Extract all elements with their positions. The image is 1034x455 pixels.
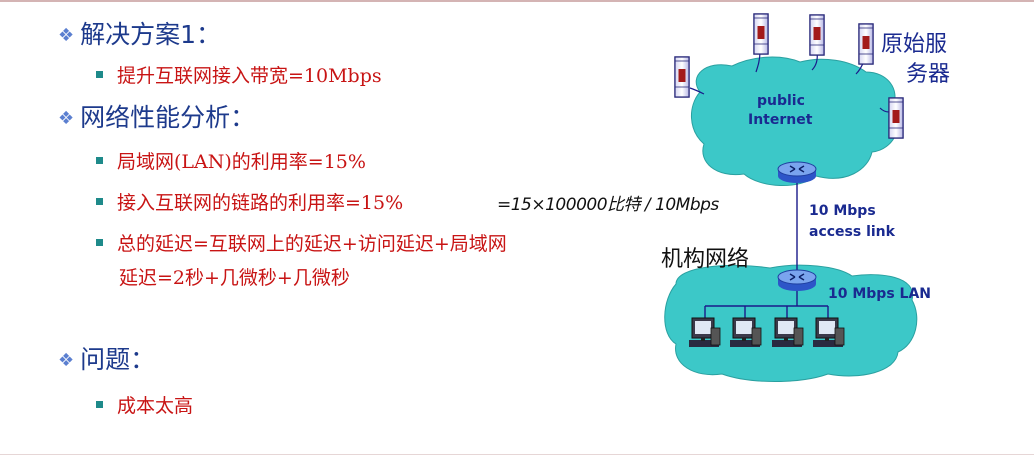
internet-label-public: public [757,93,805,109]
internet-label-internet: Internet [748,112,813,128]
router-icon [777,269,817,292]
servers-label-cont: 务器 [906,62,951,87]
server-icon [888,97,904,139]
lan-label: 10 Mbps LAN [828,286,932,302]
router-icon [777,161,817,184]
server-icon [674,56,690,98]
servers-label: 原始服 [881,32,948,57]
access-link-rate: 10 Mbps [809,203,876,219]
server-icon [753,13,769,55]
server-icon [809,14,825,56]
institution-label: 机构网络 [661,247,750,272]
access-link-label: access link [809,224,895,240]
server-icon [858,23,874,65]
